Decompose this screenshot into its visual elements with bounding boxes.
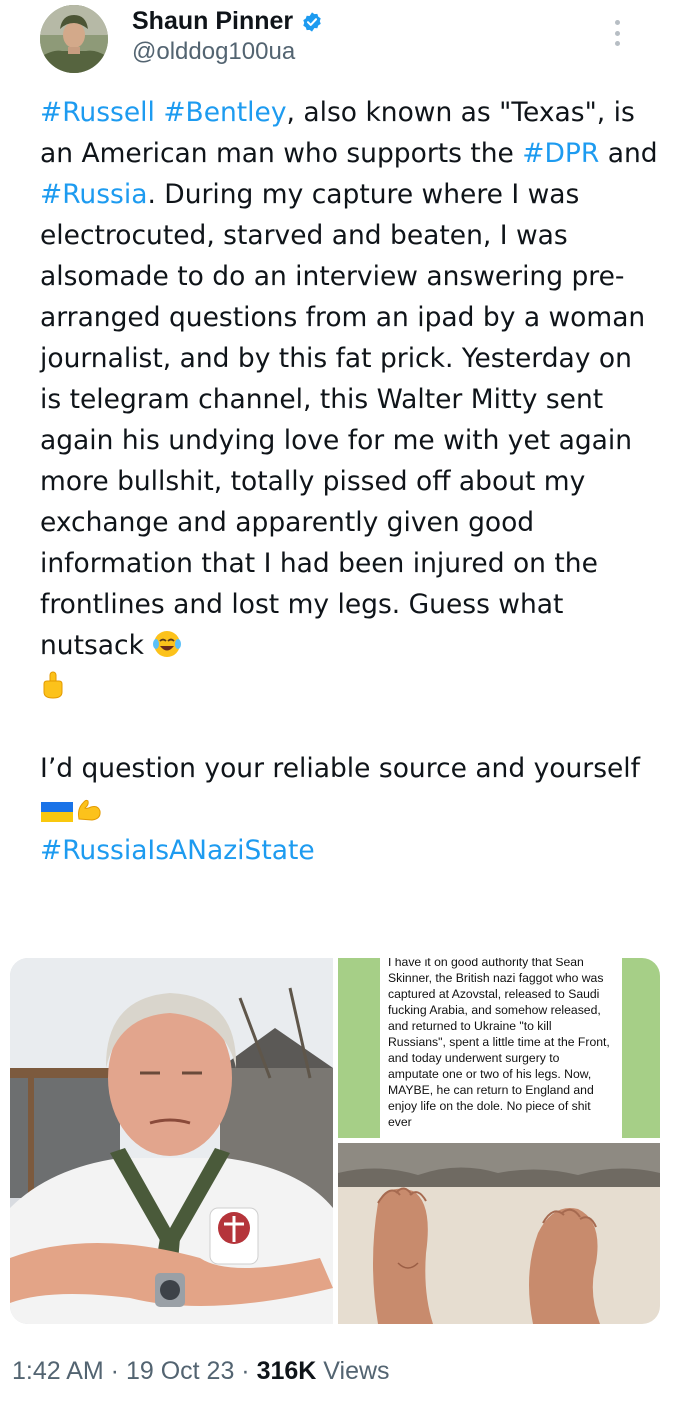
- tweet-paragraph-2: I’d question your reliable source and yo…: [40, 748, 660, 871]
- media-grid: I have it on good authority that Sean Sk…: [10, 958, 660, 1324]
- author-display-name[interactable]: Shaun Pinner: [132, 7, 293, 36]
- tweet-paragraph-1: #Russell #Bentley, also known as "Texas"…: [40, 92, 660, 707]
- face-with-tears-of-joy-icon: [153, 631, 182, 657]
- author-avatar[interactable]: [40, 5, 108, 73]
- tweet-text-segment: I’d question your reliable source and yo…: [40, 753, 640, 784]
- chat-message-text: I have it on good authority that Sean Sk…: [388, 958, 610, 1129]
- hashtag-bentley[interactable]: #Bentley: [163, 97, 286, 128]
- hashtag-russell[interactable]: #Russell: [40, 97, 155, 128]
- verified-badge-icon: [303, 11, 321, 32]
- hashtag-dpr[interactable]: #DPR: [522, 138, 599, 169]
- chat-message-bubble: I have it on good authority that Sean Sk…: [380, 958, 622, 1138]
- tweet-date[interactable]: 19 Oct 23: [126, 1357, 234, 1385]
- tweet-text-segment: and: [599, 138, 658, 169]
- media-chat-screenshot[interactable]: I have it on good authority that Sean Sk…: [338, 958, 660, 1138]
- hashtag-russiaisanazistate[interactable]: #RussiaIsANaziState: [40, 835, 315, 866]
- media-photo-feet[interactable]: [338, 1143, 660, 1324]
- meta-separator: ·: [234, 1357, 257, 1385]
- middle-finger-icon: [43, 671, 63, 699]
- hashtag-russia[interactable]: #Russia: [40, 179, 147, 210]
- more-options-icon[interactable]: [612, 20, 622, 46]
- ukraine-flag-icon: [41, 802, 73, 822]
- tweet-metadata: 1:42 AM · 19 Oct 23 · 316K Views: [12, 1357, 390, 1386]
- flexed-biceps-icon: [78, 799, 101, 821]
- tweet-text-segment: . During my capture where I was electroc…: [40, 179, 646, 661]
- media-photo-man[interactable]: [10, 958, 333, 1324]
- tweet-time[interactable]: 1:42 AM: [12, 1357, 104, 1385]
- tweet-text: #Russell #Bentley, also known as "Texas"…: [40, 92, 660, 871]
- views-label: Views: [316, 1357, 390, 1385]
- author-handle[interactable]: @olddog100ua: [132, 38, 295, 66]
- views-count: 316K: [256, 1357, 317, 1385]
- author-name-row[interactable]: Shaun Pinner: [132, 7, 323, 36]
- meta-separator: ·: [103, 1357, 126, 1385]
